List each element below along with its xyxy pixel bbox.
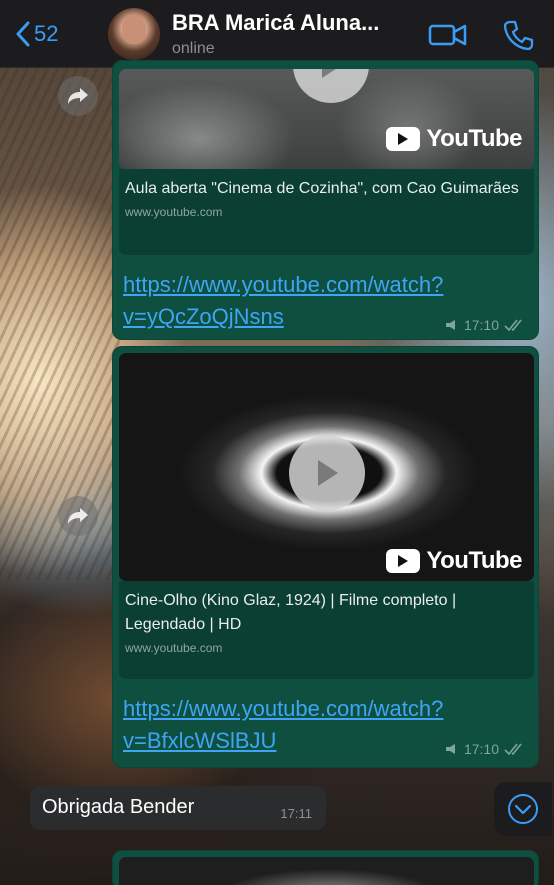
message-link[interactable]: https://www.youtube.com/watch? v=BfxlcWS… [123,693,443,757]
youtube-logo: YouTube [386,547,522,575]
chevron-down-circle-icon [508,794,538,824]
chat-header: 52 BRA Maricá Aluna... online [0,0,554,68]
double-check-icon [504,319,522,331]
incoming-message-time: 17:11 [280,806,312,821]
incoming-message-text: Obrigada Bender [42,796,195,818]
forward-icon [68,88,88,104]
youtube-play-icon [386,127,421,151]
outgoing-message[interactable] [112,850,539,885]
link-preview-domain: www.youtube.com [125,205,223,219]
link-preview[interactable]: Cine-Olho (Kino Glaz, 1924) | Filme comp… [119,581,534,679]
voice-note-icon [445,320,455,330]
phone-icon[interactable] [502,18,536,52]
forward-button[interactable] [58,76,98,116]
link-preview-title: Aula aberta "Cinema de Cozinha", com Cao… [125,180,519,197]
message-time: 17:10 [463,317,499,333]
outgoing-message[interactable]: YouTube Cine-Olho (Kino Glaz, 1924) | Fi… [112,346,539,768]
unread-count: 52 [34,21,59,46]
play-icon [318,460,338,486]
voice-note-icon [445,744,455,754]
avatar[interactable] [108,8,160,60]
video-thumbnail[interactable]: YouTube [119,69,534,169]
chat-status: online [172,40,215,57]
chat-title[interactable]: BRA Maricá Aluna... [172,10,379,36]
incoming-message[interactable]: Obrigada Bender 17:11 [30,786,326,830]
link-preview-domain: www.youtube.com [125,641,223,655]
message-time: 17:10 [463,741,499,757]
video-thumbnail[interactable] [119,857,534,885]
message-meta: 17:10 [445,741,526,757]
scroll-to-bottom-button[interactable] [494,782,552,836]
outgoing-message[interactable]: YouTube Aula aberta "Cinema de Cozinha",… [112,60,539,340]
double-check-icon [504,743,522,755]
youtube-play-icon [386,549,421,573]
play-button[interactable] [293,69,369,103]
video-call-icon[interactable] [428,20,468,50]
back-button[interactable]: 52 [16,18,58,50]
message-meta: 17:10 [445,317,526,333]
link-preview-title: Cine-Olho (Kino Glaz, 1924) | Filme comp… [125,592,457,633]
forward-icon [68,508,88,524]
message-link[interactable]: https://www.youtube.com/watch? v=yQcZoQj… [123,269,443,333]
video-thumbnail[interactable]: YouTube [119,353,534,581]
youtube-logo: YouTube [386,125,522,153]
play-icon [322,69,336,78]
chevron-left-icon [16,21,30,47]
play-button[interactable] [289,435,365,511]
wallpaper-texture [0,60,120,580]
forward-button[interactable] [58,496,98,536]
link-preview[interactable]: Aula aberta "Cinema de Cozinha", com Cao… [119,169,534,255]
